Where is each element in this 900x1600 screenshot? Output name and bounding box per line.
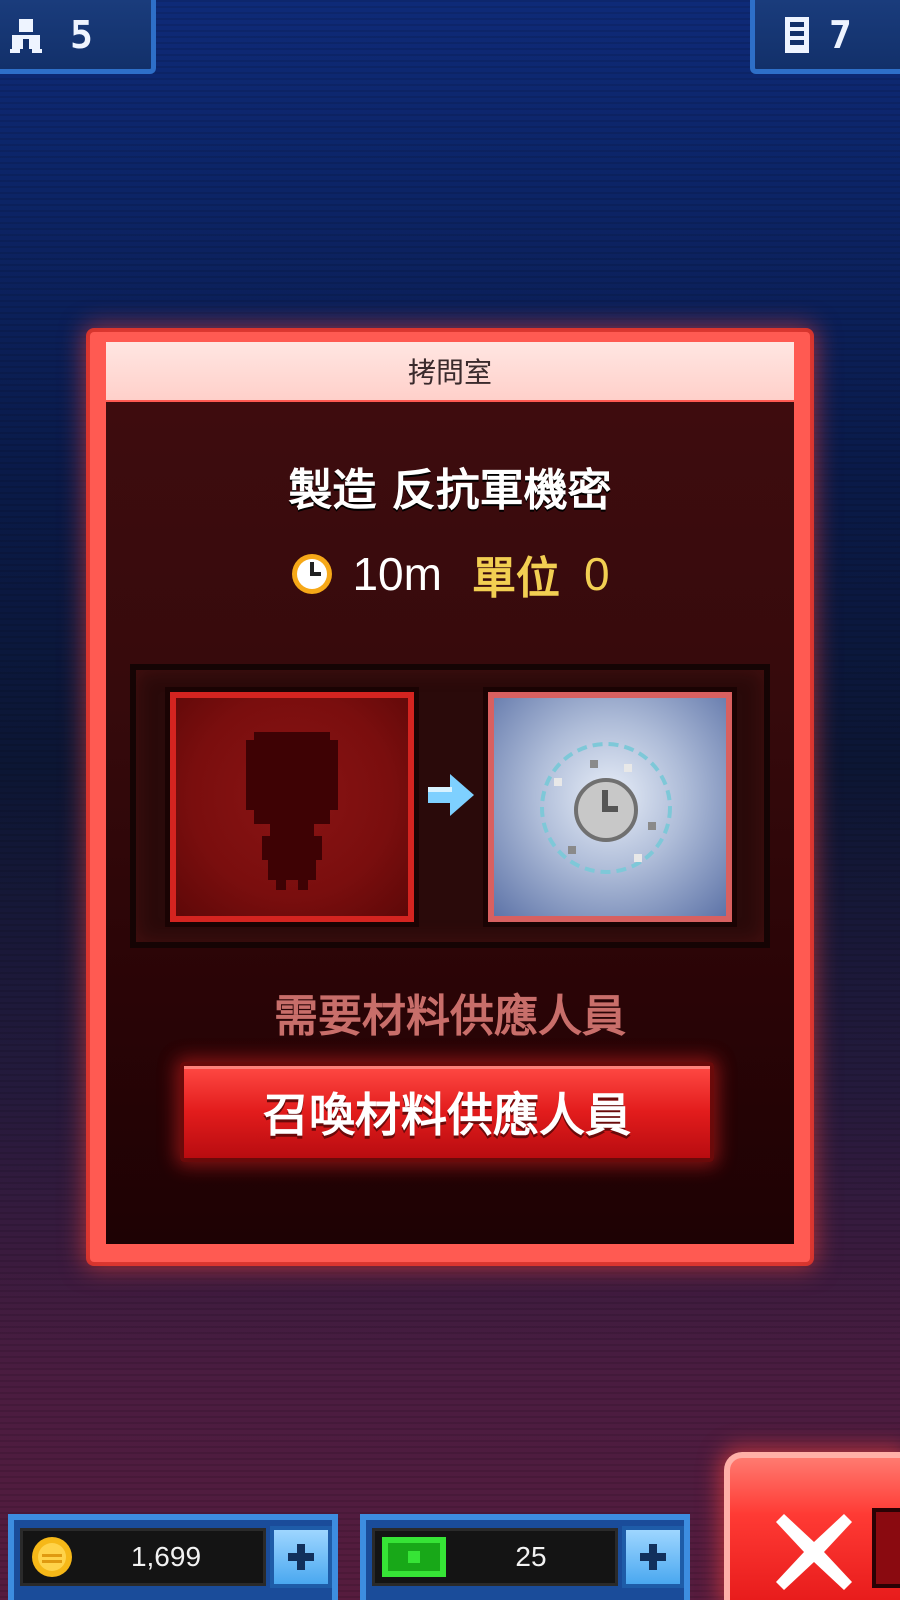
coin-icon <box>32 1537 72 1577</box>
torture-room-dialog: 拷問室 製造 反抗軍機密 10m 單位 0 需要材料供應人員 召喚材料供應人員 <box>90 332 810 1262</box>
requirement-text: 需要材料供應人員 <box>274 991 626 1042</box>
close-side-tab <box>872 1508 900 1588</box>
population-counter[interactable]: 5 <box>0 0 156 74</box>
close-button[interactable] <box>724 1452 900 1600</box>
clock-icon <box>292 554 333 594</box>
produce-title: 製造 反抗軍機密 <box>288 465 612 516</box>
bux-value: 25 <box>515 1541 547 1572</box>
floors-counter[interactable]: 7 <box>750 0 900 74</box>
summon-button-label: 召喚材料供應人員 <box>263 1088 631 1142</box>
bux-display: 25 <box>360 1514 690 1600</box>
person-icon <box>10 18 42 53</box>
population-value: 5 <box>70 12 93 57</box>
unit-value: 0 <box>583 548 610 600</box>
worker-slot[interactable] <box>170 692 414 922</box>
production-time: 10m <box>352 548 442 600</box>
rebel-secret-slot[interactable] <box>488 692 732 922</box>
rebel-secret-icon <box>540 742 672 874</box>
bux-icon <box>382 1537 446 1577</box>
dialog-title: 拷問室 <box>106 342 794 400</box>
production-stats: 10m 單位 0 <box>106 542 794 606</box>
arrow-right-icon <box>428 774 474 816</box>
unit-label: 單位 <box>471 553 560 604</box>
dialog-body: 製造 反抗軍機密 10m 單位 0 需要材料供應人員 召喚材料供應人員 <box>106 402 794 1244</box>
close-icon <box>776 1514 852 1590</box>
coins-display: 1,699 <box>8 1514 338 1600</box>
building-icon <box>785 16 809 53</box>
worker-silhouette-icon <box>246 732 338 890</box>
recipe-panel <box>130 664 770 948</box>
summon-supplier-button[interactable]: 召喚材料供應人員 <box>180 1062 714 1162</box>
add-bux-button[interactable] <box>622 1526 684 1588</box>
floors-value: 7 <box>829 12 852 57</box>
coins-value: 1,699 <box>130 1541 202 1572</box>
add-coins-button[interactable] <box>270 1526 332 1588</box>
